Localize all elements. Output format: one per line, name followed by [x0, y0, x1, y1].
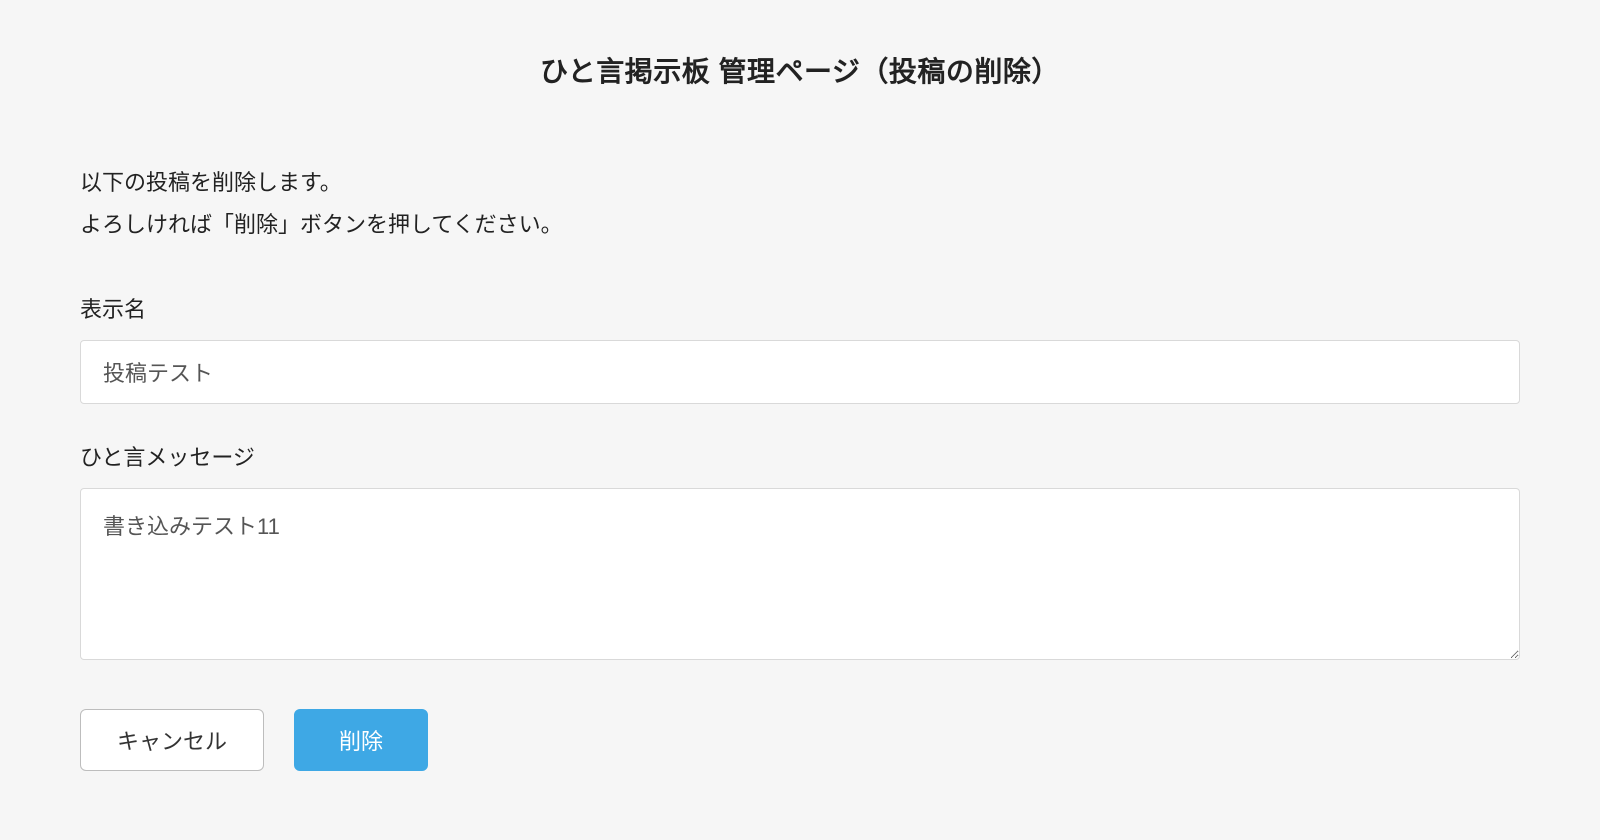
display-name-label: 表示名 — [80, 292, 1520, 324]
message-textarea[interactable]: 書き込みテスト11 — [80, 488, 1520, 660]
confirmation-description: 以下の投稿を削除します。 よろしければ「削除」ボタンを押してください。 — [80, 162, 1520, 246]
cancel-button[interactable]: キャンセル — [80, 709, 264, 771]
delete-button[interactable]: 削除 — [294, 709, 428, 771]
page-container: ひと言掲示板 管理ページ（投稿の削除） 以下の投稿を削除します。 よろしければ「… — [0, 0, 1600, 821]
display-name-field-group: 表示名 — [80, 292, 1520, 404]
action-buttons-row: キャンセル 削除 — [80, 709, 1520, 771]
description-line-2: よろしければ「削除」ボタンを押してください。 — [80, 204, 1520, 246]
message-label: ひと言メッセージ — [80, 440, 1520, 472]
page-title: ひと言掲示板 管理ページ（投稿の削除） — [80, 50, 1520, 90]
display-name-input[interactable] — [80, 340, 1520, 404]
description-line-1: 以下の投稿を削除します。 — [80, 162, 1520, 204]
message-field-group: ひと言メッセージ 書き込みテスト11 — [80, 440, 1520, 665]
